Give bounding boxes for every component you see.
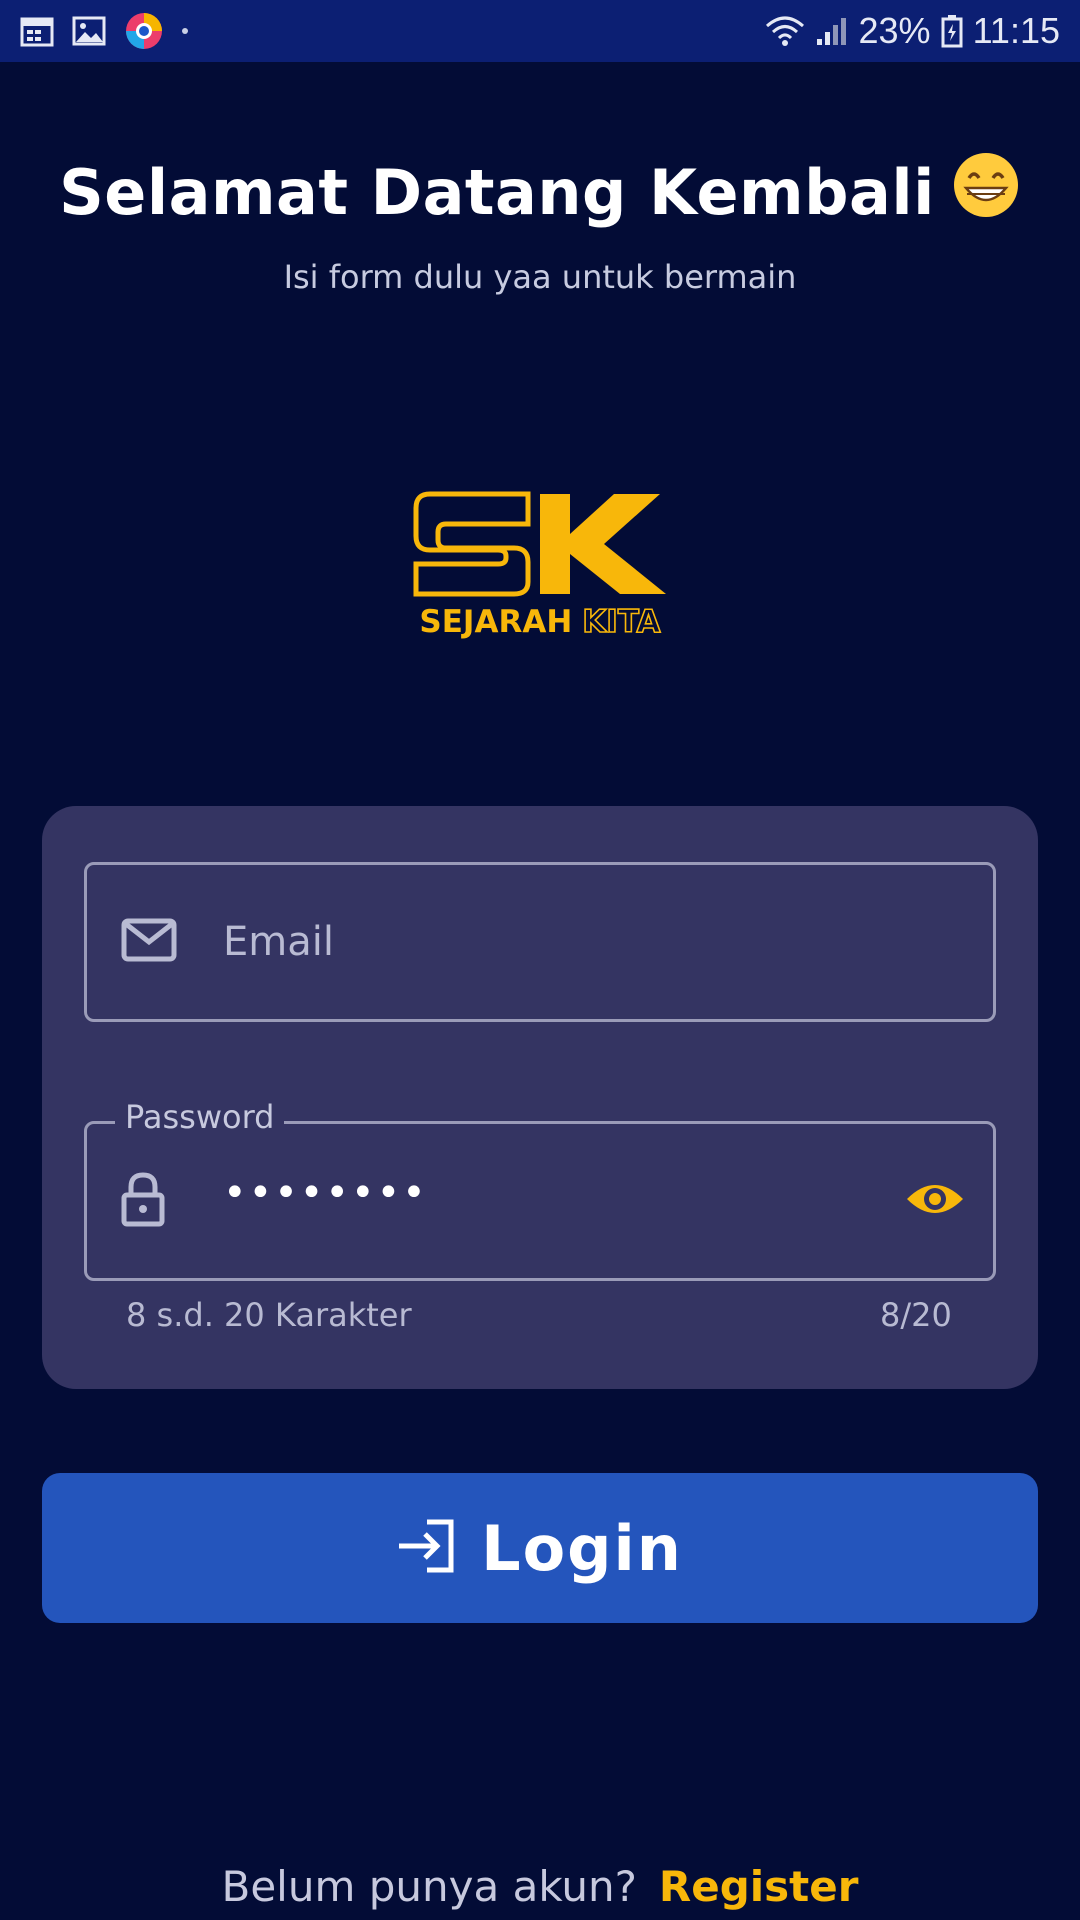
register-question: Belum punya akun? bbox=[221, 1862, 637, 1911]
mail-icon bbox=[121, 918, 177, 966]
browser-icon bbox=[124, 11, 164, 51]
notification-dot bbox=[182, 28, 188, 34]
password-char-counter: 8/20 bbox=[880, 1296, 952, 1334]
login-button-label: Login bbox=[481, 1511, 683, 1585]
register-prompt: Belum punya akun? Register bbox=[0, 1862, 1080, 1911]
calendar-icon bbox=[20, 15, 54, 47]
lock-icon bbox=[121, 1171, 165, 1231]
logo-word-sejarah: SEJARAH bbox=[419, 604, 573, 640]
status-bar-right: 23% 11:15 bbox=[765, 10, 1060, 52]
page-subtitle: Isi form dulu yaa untuk bermain bbox=[283, 258, 797, 296]
password-helper-text: 8 s.d. 20 Karakter bbox=[126, 1296, 412, 1334]
wifi-icon bbox=[765, 14, 805, 48]
login-button[interactable]: Login bbox=[42, 1473, 1038, 1623]
email-field[interactable]: Email bbox=[84, 862, 996, 1022]
password-label: Password bbox=[115, 1098, 285, 1136]
page-title: Selamat Datang Kembali bbox=[0, 150, 1080, 235]
logo-word-kita: KITA bbox=[581, 603, 661, 641]
page-title-text: Selamat Datang Kembali bbox=[59, 156, 935, 229]
email-placeholder: Email bbox=[223, 919, 334, 965]
status-bar-left bbox=[20, 11, 188, 51]
signal-icon bbox=[815, 15, 849, 47]
grin-emoji-icon bbox=[951, 150, 1021, 235]
clock: 11:15 bbox=[972, 10, 1060, 51]
logo-wordmark: SEJARAH KITA bbox=[410, 603, 670, 641]
register-link[interactable]: Register bbox=[659, 1862, 859, 1911]
battery-icon bbox=[941, 14, 963, 48]
password-value: •••••••• bbox=[223, 1170, 428, 1216]
battery-percent: 23% bbox=[858, 10, 931, 51]
login-icon bbox=[397, 1518, 457, 1578]
gallery-icon bbox=[72, 16, 106, 46]
password-field[interactable]: Password •••••••• bbox=[84, 1098, 996, 1281]
status-bar: 23% 11:15 bbox=[0, 0, 1080, 62]
eye-icon[interactable] bbox=[905, 1179, 965, 1223]
login-screen: 23% 11:15 Selamat Datang Kembali Isi for… bbox=[0, 0, 1080, 1920]
